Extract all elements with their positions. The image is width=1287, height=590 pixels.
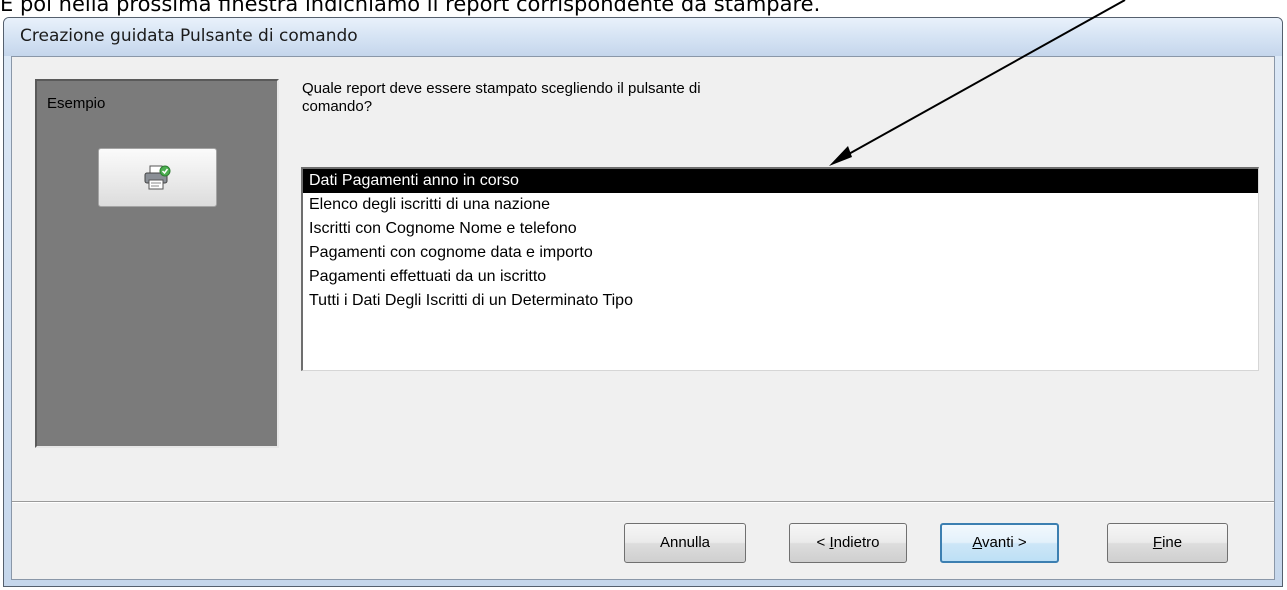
finish-button[interactable]: Fine <box>1107 523 1228 563</box>
back-label-rest: ndietro <box>833 534 880 551</box>
report-list-item[interactable]: Tutti i Dati Degli Iscritti di un Determ… <box>303 289 1258 313</box>
next-button[interactable]: Avanti > <box>940 523 1059 563</box>
document-text: E poi nella prossima finestra indichiamo… <box>0 0 821 16</box>
report-list-item[interactable]: Pagamenti con cognome data e importo <box>303 241 1258 265</box>
question-line-1: Quale report deve essere stampato scegli… <box>302 80 701 97</box>
finish-label-rest: ine <box>1162 534 1183 551</box>
report-listbox[interactable]: Dati Pagamenti anno in corso Elenco degl… <box>301 167 1259 371</box>
printer-icon <box>142 165 172 195</box>
finish-accesskey: F <box>1152 534 1163 551</box>
wizard-dialog: Creazione guidata Pulsante di comando Es… <box>3 17 1283 587</box>
title-bar[interactable]: Creazione guidata Pulsante di comando <box>4 18 1282 56</box>
wizard-question: Quale report deve essere stampato scegli… <box>302 80 862 116</box>
report-list-item[interactable]: Elenco degli iscritti di una nazione <box>303 193 1258 217</box>
next-label-rest: vanti > <box>982 534 1027 551</box>
button-separator <box>12 501 1274 503</box>
report-list-item[interactable]: Pagamenti effettuati da un iscritto <box>303 265 1258 289</box>
report-list-item[interactable]: Iscritti con Cognome Nome e telefono <box>303 217 1258 241</box>
report-list-item[interactable]: Dati Pagamenti anno in corso <box>303 169 1258 193</box>
example-preview-button <box>98 148 217 207</box>
dialog-client-area: Esempio Quale report deve essere stampat… <box>11 56 1275 580</box>
cancel-button[interactable]: Annulla <box>624 523 746 563</box>
dialog-title: Creazione guidata Pulsante di comando <box>20 26 358 46</box>
example-panel: Esempio <box>35 79 279 448</box>
question-line-2: comando? <box>302 98 373 115</box>
back-prefix: < <box>816 534 830 551</box>
example-label: Esempio <box>47 95 106 112</box>
back-button[interactable]: < Indietro <box>789 523 907 563</box>
next-accesskey: A <box>972 534 983 551</box>
